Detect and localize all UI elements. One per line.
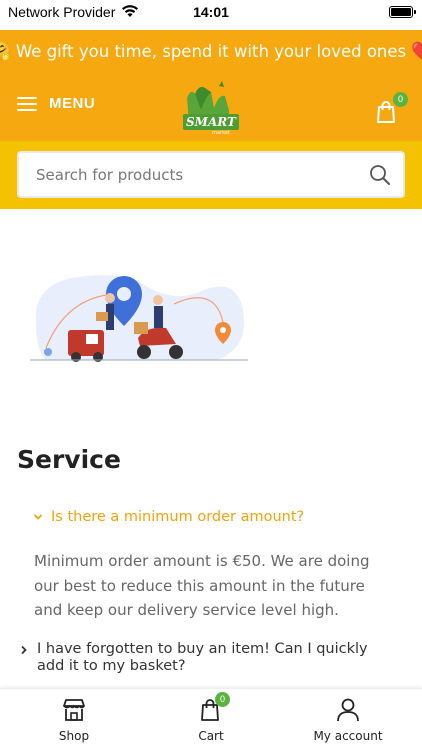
cart-count-badge: 0 xyxy=(215,692,230,707)
search-bar-area xyxy=(0,141,422,209)
faq-answer-minimum-order: Minimum order amount is €50. We are doin… xyxy=(34,552,370,619)
logo-subtext: market xyxy=(212,130,230,136)
search-input[interactable] xyxy=(19,153,359,196)
logo-text: SMART xyxy=(186,115,237,129)
menu-label: MENU xyxy=(49,95,96,112)
shop-icon xyxy=(63,699,85,721)
delivery-illustration xyxy=(30,275,248,362)
hamburger-icon xyxy=(17,96,37,112)
faq-question-forgotten-item[interactable]: I have forgotten to buy an item! Can I q… xyxy=(19,641,389,675)
battery-icon xyxy=(389,6,416,18)
site-header: MENU SMART market 0 xyxy=(0,73,422,141)
tab-label: My account xyxy=(313,729,383,743)
clock: 14:01 xyxy=(193,4,229,20)
chevron-right-icon xyxy=(21,645,27,655)
faq-question-text: Is there a minimum order amount? xyxy=(51,509,305,525)
bottom-tab-bar: Shop 0 Cart My account xyxy=(0,688,422,750)
faq-question-minimum-order[interactable]: Is there a minimum order amount? xyxy=(33,509,304,525)
menu-button[interactable]: MENU xyxy=(17,95,95,112)
tab-shop[interactable]: Shop xyxy=(19,697,129,743)
tab-label: Shop xyxy=(58,729,90,743)
search-icon[interactable] xyxy=(369,164,391,186)
tab-cart[interactable]: 0 Cart xyxy=(156,692,266,743)
heart-emoji-icon: ❤️ xyxy=(411,42,422,61)
tab-my-account[interactable]: My account xyxy=(293,697,403,743)
account-icon xyxy=(337,698,359,722)
header-cart-button[interactable]: 0 xyxy=(374,92,408,123)
promo-text: We gift you time, spend it with your lov… xyxy=(15,42,407,61)
promo-banner: 🤗 We gift you time, spend it with your l… xyxy=(0,30,422,73)
status-bar: Network Provider 14:01 xyxy=(0,0,422,24)
chevron-down-icon xyxy=(33,514,43,520)
search-box xyxy=(17,151,405,198)
smart-market-logo[interactable]: SMART market xyxy=(181,80,241,136)
hugging-face-emoji-icon: 🤗 xyxy=(0,42,11,61)
cart-count-badge: 0 xyxy=(393,92,408,107)
tab-label: Cart xyxy=(198,729,224,743)
page-title: Service xyxy=(17,445,121,474)
faq-question-text: I have forgotten to buy an item! Can I q… xyxy=(37,641,368,674)
